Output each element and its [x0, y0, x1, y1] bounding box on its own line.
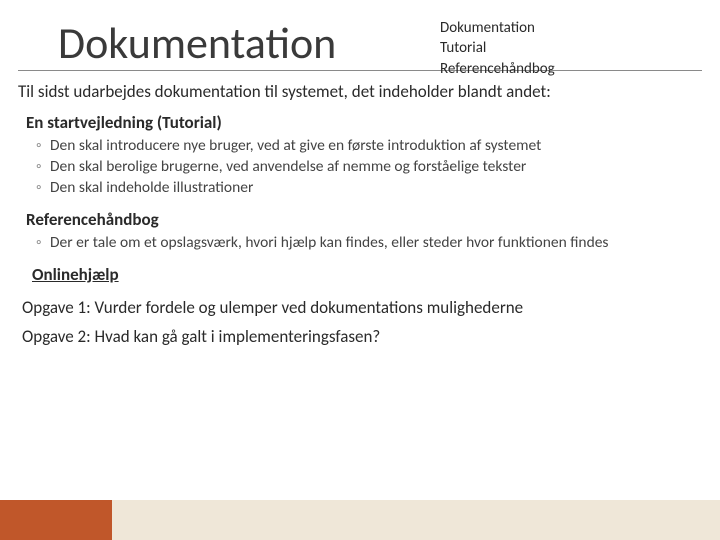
task-2: Opgave 2: Hvad kan gå galt i implementer…	[22, 326, 702, 347]
footer-accent-left	[0, 500, 112, 540]
page-title: Dokumentation	[58, 20, 336, 66]
intro-text: Til sidst udarbejdes dokumentation til s…	[18, 81, 702, 102]
header-row: Dokumentation	[18, 20, 702, 66]
list-item: Den skal introducere nye bruger, ved at …	[36, 136, 702, 157]
section2-heading: Referencehåndbog	[26, 209, 702, 230]
context-line-2: Tutorial	[440, 38, 555, 58]
footer-accent-right	[112, 500, 720, 540]
list-item: Der er tale om et opslagsværk, hvori hjæ…	[36, 233, 702, 254]
section1-bullets: Den skal introducere nye bruger, ved at …	[36, 136, 702, 199]
online-help-heading: Onlinehjælp	[32, 264, 702, 285]
task-1: Opgave 1: Vurder fordele og ulemper ved …	[22, 297, 702, 318]
list-item: Den skal berolige brugerne, ved anvendel…	[36, 157, 702, 178]
slide-content: Dokumentation Tutorial Referencehåndbog …	[0, 0, 720, 347]
list-item: Den skal indeholde illustrationer	[36, 178, 702, 199]
context-list: Dokumentation Tutorial Referencehåndbog	[440, 18, 555, 79]
title-divider	[18, 70, 702, 71]
section2-bullets: Der er tale om et opslagsværk, hvori hjæ…	[36, 233, 702, 254]
context-line-1: Dokumentation	[440, 18, 555, 38]
section1-heading: En startvejledning (Tutorial)	[26, 112, 702, 133]
context-line-3: Referencehåndbog	[440, 59, 555, 79]
footer-bar	[0, 500, 720, 540]
